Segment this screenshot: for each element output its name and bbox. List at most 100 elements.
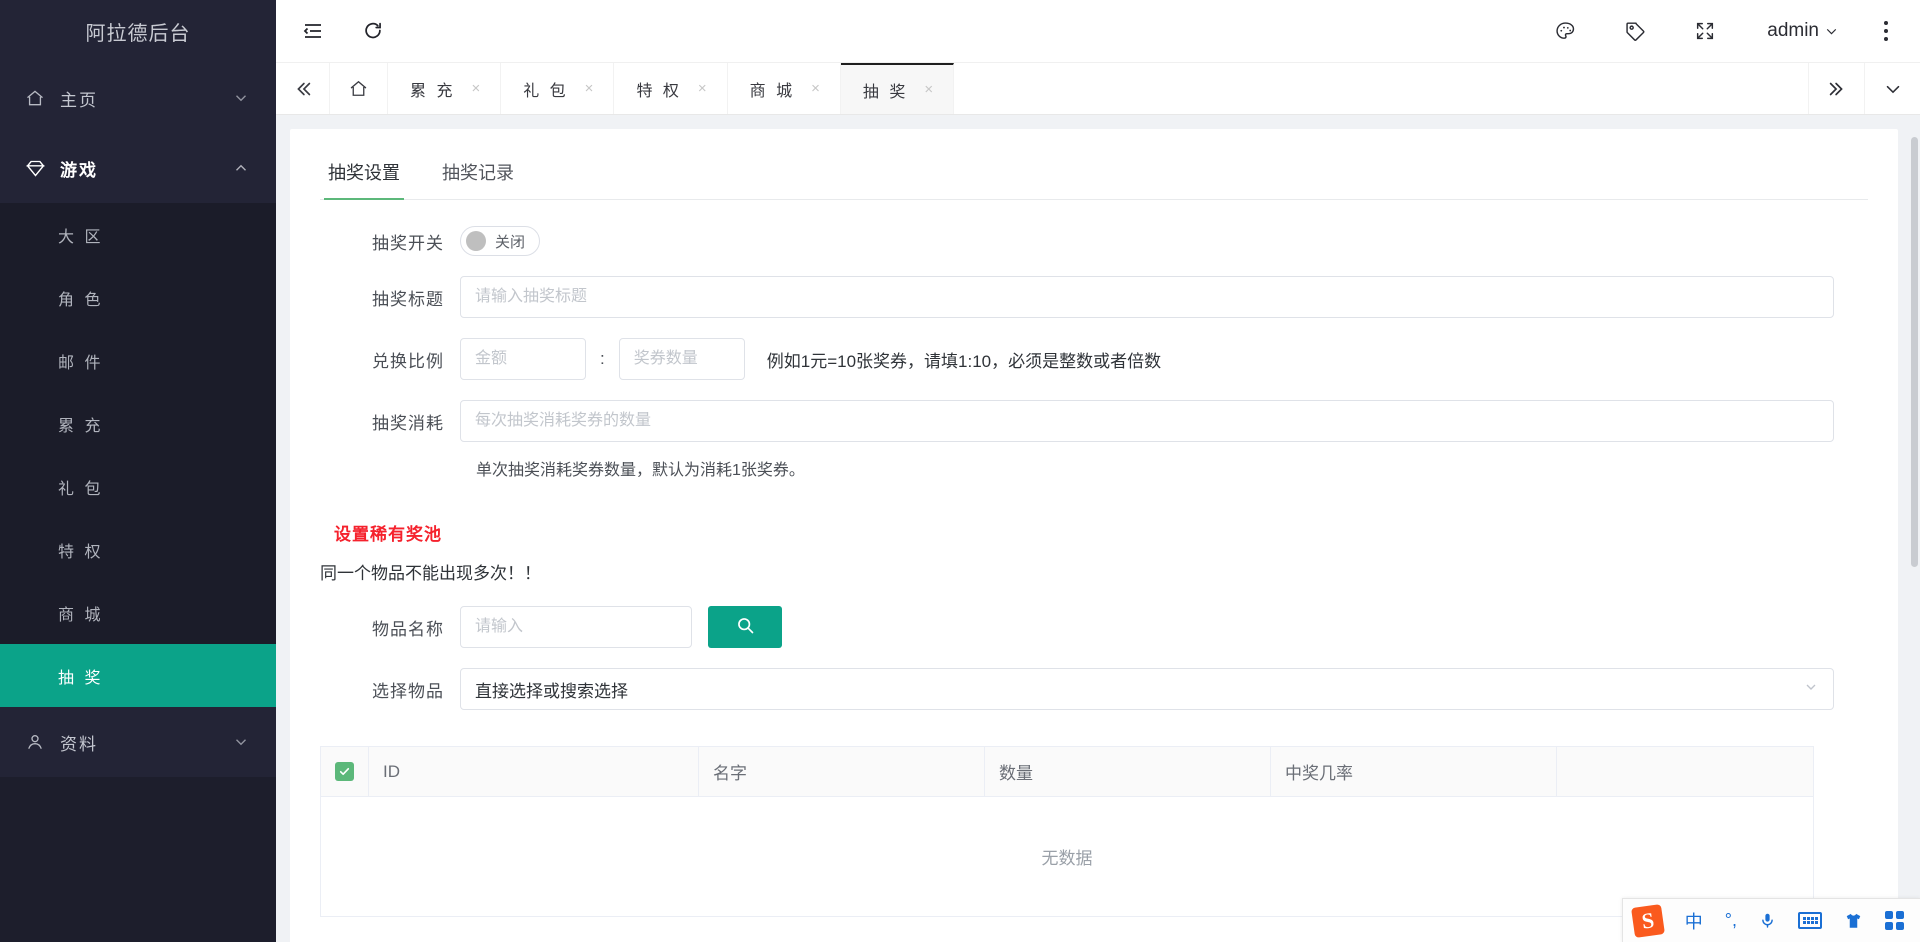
sidebar-item-label: 商 城 <box>58 601 103 625</box>
subtab-lottery-settings[interactable]: 抽奖设置 <box>324 151 404 199</box>
search-button[interactable] <box>708 606 782 648</box>
exchange-ratio-label: 兑换比例 <box>320 347 460 372</box>
scrollbar-thumb[interactable] <box>1911 137 1918 567</box>
ratio-ticket-input[interactable] <box>619 338 745 380</box>
form-row-switch: 抽奖开关 关闭 <box>320 226 1868 256</box>
tab-libao[interactable]: 礼 包 × <box>501 63 614 114</box>
sidebar-group-home[interactable]: 主页 <box>0 63 276 133</box>
table-col-probability: 中奖几率 <box>1271 747 1557 796</box>
content-area: 抽奖设置 抽奖记录 抽奖开关 关闭 抽奖标题 <box>276 115 1920 942</box>
ratio-separator: : <box>600 349 605 369</box>
tab-choujiang[interactable]: 抽 奖 × <box>841 63 954 114</box>
tab-shangcheng[interactable]: 商 城 × <box>728 63 841 114</box>
tab-close-icon[interactable]: × <box>471 80 480 97</box>
table-header-row: ID 名字 数量 中奖几率 <box>321 747 1813 797</box>
refresh-icon[interactable] <box>350 8 396 54</box>
tab-close-icon[interactable]: × <box>585 80 594 97</box>
user-menu[interactable]: admin <box>1767 20 1840 42</box>
user-name: admin <box>1767 20 1819 42</box>
sidebar-item-label: 抽 奖 <box>58 664 103 688</box>
tab-close-icon[interactable]: × <box>924 81 933 98</box>
sidebar-item-tequan[interactable]: 特 权 <box>0 518 276 581</box>
tag-icon[interactable] <box>1613 9 1657 53</box>
brand-title: 阿拉德后台 <box>0 0 276 63</box>
ratio-amount-input[interactable] <box>460 338 586 380</box>
chevron-down-icon <box>232 733 250 751</box>
tab-leichong[interactable]: 累 充 × <box>388 63 501 114</box>
lottery-switch[interactable]: 关闭 <box>460 226 540 256</box>
main-region: admin 累 充 × 礼 包 × <box>276 0 1920 942</box>
ime-punctuation-button[interactable]: °, <box>1725 910 1737 931</box>
subtab-lottery-records[interactable]: 抽奖记录 <box>438 151 518 199</box>
sogou-logo-icon[interactable]: S <box>1631 904 1665 938</box>
sidebar-group-game[interactable]: 游戏 <box>0 133 276 203</box>
subtab-list: 抽奖设置 抽奖记录 <box>320 151 1868 200</box>
sidebar-group-profile[interactable]: 资料 <box>0 707 276 777</box>
topbar: admin <box>276 0 1920 63</box>
sidebar-item-choujiang[interactable]: 抽 奖 <box>0 644 276 707</box>
tab-home[interactable] <box>330 63 388 114</box>
ime-mode-button[interactable]: 中 <box>1685 908 1703 934</box>
menu-fold-icon[interactable] <box>290 8 336 54</box>
lottery-consume-label: 抽奖消耗 <box>320 409 460 434</box>
more-vertical-icon[interactable] <box>1874 21 1898 41</box>
sidebar-item-libao[interactable]: 礼 包 <box>0 455 276 518</box>
keyboard-icon[interactable] <box>1798 912 1822 929</box>
lottery-consume-input[interactable] <box>460 400 1834 442</box>
rare-pool-warning: 同一个物品不能出现多次！！ <box>320 559 1868 584</box>
lottery-form: 抽奖开关 关闭 抽奖标题 <box>320 200 1868 917</box>
tab-close-icon[interactable]: × <box>811 80 820 97</box>
sidebar-item-shangcheng[interactable]: 商 城 <box>0 581 276 644</box>
table-select-all-cell <box>321 747 369 796</box>
prize-table: ID 名字 数量 中奖几率 无数据 <box>320 746 1814 917</box>
diamond-icon <box>22 155 48 181</box>
sidebar: 阿拉德后台 主页 <box>0 0 276 942</box>
consume-hint: 单次抽奖消耗奖券数量，默认为消耗1张奖券。 <box>460 456 1868 480</box>
tab-label: 抽 奖 <box>863 78 908 102</box>
item-search-group <box>460 606 782 648</box>
table-empty-text: 无数据 <box>321 797 1813 917</box>
item-name-input[interactable] <box>460 606 692 648</box>
tab-dropdown-icon[interactable] <box>1864 63 1920 114</box>
sidebar-group-profile-label: 资料 <box>60 730 98 755</box>
sidebar-item-juese[interactable]: 角 色 <box>0 266 276 329</box>
tab-tequan[interactable]: 特 权 × <box>614 63 727 114</box>
lottery-switch-label: 抽奖开关 <box>320 229 460 254</box>
select-all-checkbox[interactable] <box>335 762 354 781</box>
sidebar-group-home-label: 主页 <box>60 86 98 111</box>
switch-knob <box>466 231 486 251</box>
select-item-value: 直接选择或搜索选择 <box>475 677 628 702</box>
select-item-dropdown[interactable]: 直接选择或搜索选择 <box>460 668 1834 710</box>
sidebar-submenu-game: 大 区 角 色 邮 件 累 充 礼 包 特 权 商 城 抽 奖 <box>0 203 276 707</box>
double-chevron-left-icon[interactable] <box>276 63 330 114</box>
sidebar-item-label: 特 权 <box>58 538 103 562</box>
microphone-icon[interactable] <box>1759 911 1776 930</box>
sidebar-item-daqu[interactable]: 大 区 <box>0 203 276 266</box>
sidebar-item-leichong[interactable]: 累 充 <box>0 392 276 455</box>
sidebar-item-label: 大 区 <box>58 223 103 247</box>
grid-icon[interactable] <box>1885 911 1904 930</box>
double-chevron-right-icon[interactable] <box>1808 63 1864 114</box>
sidebar-item-label: 邮 件 <box>58 349 103 373</box>
tab-list: 累 充 × 礼 包 × 特 权 × 商 城 × 抽 奖 × <box>388 63 1808 114</box>
home-icon <box>22 85 48 111</box>
palette-icon[interactable] <box>1543 9 1587 53</box>
content-scrollbar[interactable] <box>1908 115 1920 942</box>
topbar-actions: admin <box>1517 9 1920 53</box>
tabbar-controls <box>1808 63 1920 114</box>
tab-label: 特 权 <box>636 77 681 101</box>
form-row-consume: 抽奖消耗 <box>320 400 1868 442</box>
table-col-id: ID <box>369 747 699 796</box>
sidebar-item-label: 累 充 <box>58 412 103 436</box>
lottery-title-input[interactable] <box>460 276 1834 318</box>
tab-close-icon[interactable]: × <box>698 80 707 97</box>
tshirt-icon[interactable] <box>1844 912 1863 930</box>
fullscreen-icon[interactable] <box>1683 9 1727 53</box>
item-name-label: 物品名称 <box>320 615 460 640</box>
table-col-quantity: 数量 <box>985 747 1271 796</box>
form-row-item-name: 物品名称 <box>320 606 1868 648</box>
tab-label: 累 充 <box>410 77 455 101</box>
tab-label: 礼 包 <box>523 77 568 101</box>
table-col-action <box>1557 747 1813 796</box>
sidebar-item-youjian[interactable]: 邮 件 <box>0 329 276 392</box>
